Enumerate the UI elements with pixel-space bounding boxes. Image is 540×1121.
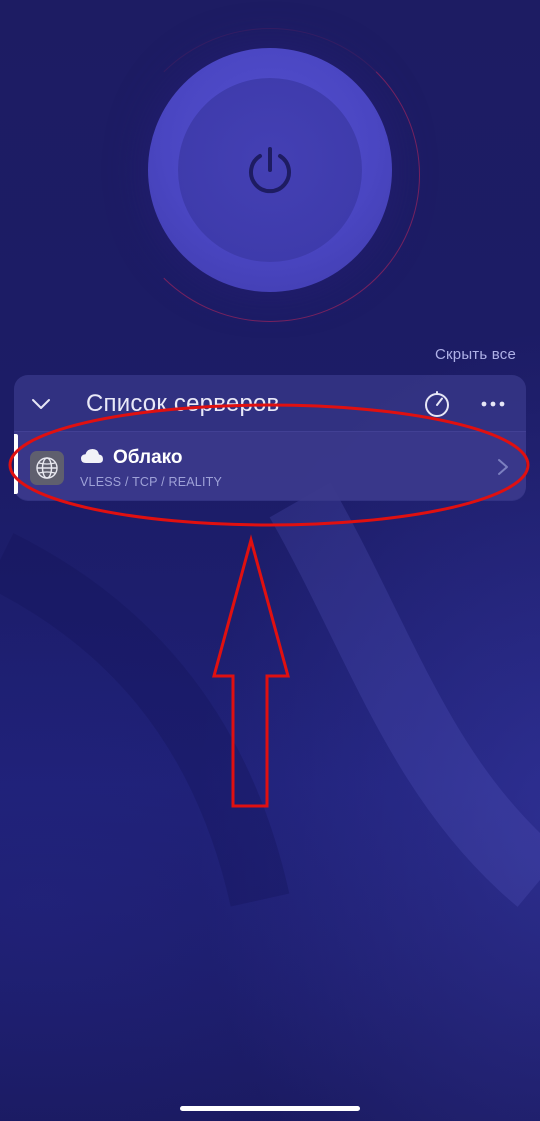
speedometer-icon[interactable] bbox=[422, 389, 452, 419]
globe-icon bbox=[36, 457, 58, 479]
chevron-down-icon[interactable] bbox=[28, 391, 54, 417]
cloud-icon bbox=[81, 449, 103, 463]
server-name-line: Облако bbox=[80, 447, 183, 469]
server-name: Облако bbox=[113, 447, 183, 468]
red-up-arrow bbox=[212, 534, 290, 808]
server-list-item[interactable]: Облако VLESS / TCP / REALITY bbox=[14, 431, 526, 500]
power-button[interactable] bbox=[148, 48, 392, 292]
power-icon bbox=[249, 147, 291, 194]
power-button-inner bbox=[178, 78, 362, 262]
server-list-header: Список серверов bbox=[14, 375, 526, 431]
home-indicator[interactable] bbox=[180, 1106, 360, 1111]
hide-all-button[interactable]: Скрыть все bbox=[435, 346, 516, 363]
more-horizontal-icon[interactable] bbox=[478, 389, 508, 419]
server-list-panel: Список серверов Облако VLESS / TCP / REA… bbox=[14, 375, 526, 501]
server-list-title: Список серверов bbox=[86, 390, 280, 417]
server-protocol-meta: VLESS / TCP / REALITY bbox=[80, 475, 222, 489]
selected-indicator bbox=[14, 434, 18, 494]
chevron-right-icon bbox=[498, 459, 508, 475]
server-icon-box bbox=[30, 451, 64, 485]
